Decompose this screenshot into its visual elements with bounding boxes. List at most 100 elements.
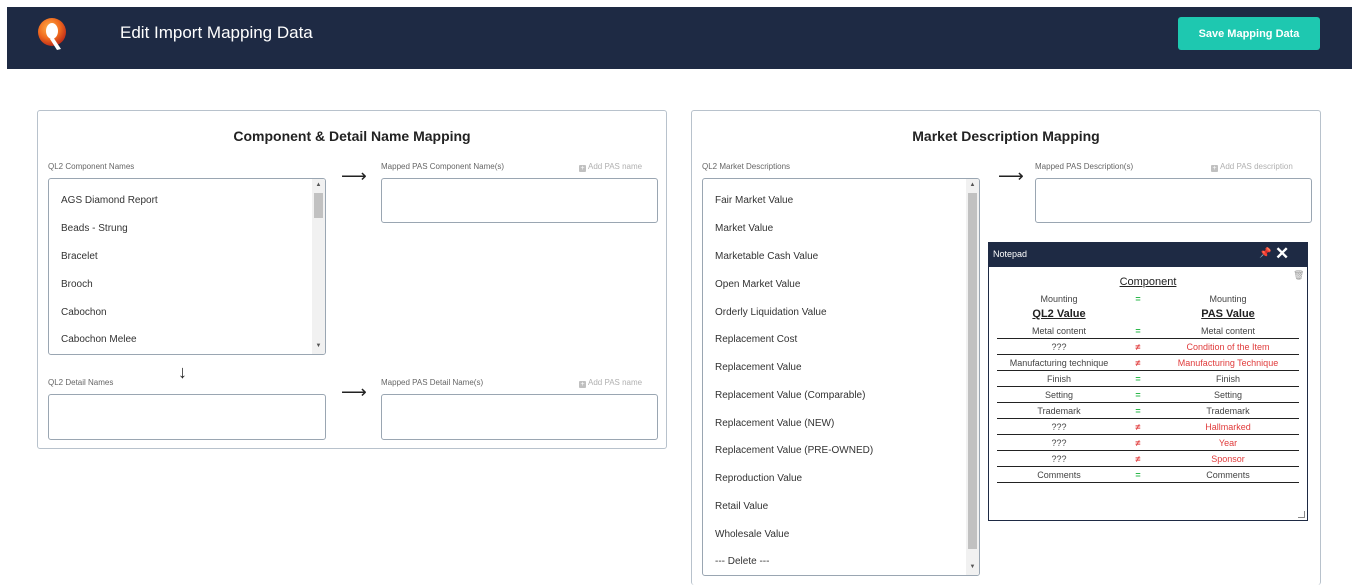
ql2-value: Finish — [1046, 374, 1071, 384]
list-item[interactable]: --- Delete --- — [715, 556, 769, 567]
notepad-row: ??? ≠ Year — [997, 435, 1299, 451]
scrollbar-thumb[interactable] — [968, 193, 977, 549]
market-descriptions-label: QL2 Market Descriptions — [702, 162, 791, 171]
save-mapping-button[interactable]: Save Mapping Data — [1178, 17, 1320, 50]
pas-value-heading: PAS Value — [1201, 308, 1255, 320]
ql2-value: Mounting — [1040, 294, 1078, 304]
market-descriptions-list[interactable]: Fair Market Value Market Value Marketabl… — [702, 178, 980, 576]
list-item[interactable]: Replacement Value (Comparable) — [715, 390, 865, 401]
notepad-heading: Component — [1119, 276, 1177, 288]
arrow-right-icon: ⟶ — [341, 382, 367, 402]
notepad-window[interactable]: Notepad 📌 ✕ 🗑 Component Mounting = Mount… — [988, 242, 1308, 521]
scroll-up-icon[interactable]: ▲ — [314, 181, 323, 190]
q-logo-icon — [38, 18, 66, 50]
plus-icon: + — [1211, 165, 1218, 172]
arrow-down-icon: ↓ — [178, 362, 187, 382]
component-names-list[interactable]: AGS Diamond Report Beads - Strung Bracel… — [48, 178, 326, 355]
list-item[interactable]: Cabochon Melee — [61, 334, 137, 345]
mapped-components-label: Mapped PAS Component Name(s) — [381, 162, 505, 171]
plus-icon: + — [579, 381, 586, 388]
notepad-row: Comments = Comments — [997, 467, 1299, 483]
match-symbol: ≠ — [1135, 438, 1141, 448]
pas-value: Comments — [1206, 470, 1250, 480]
mapped-details-field[interactable] — [381, 394, 658, 440]
ql2-value: Setting — [1044, 390, 1074, 400]
list-item[interactable]: Beads - Strung — [61, 223, 128, 234]
list-item[interactable]: Orderly Liquidation Value — [715, 307, 827, 318]
add-pas-description-label: Add PAS description — [1220, 162, 1293, 171]
resize-handle[interactable] — [1298, 511, 1305, 518]
add-pas-name-button[interactable]: + Add PAS name — [579, 162, 642, 172]
pas-value: Year — [1218, 438, 1238, 448]
add-pas-detail-button[interactable]: + Add PAS name — [579, 378, 642, 388]
ql2-value: Manufacturing technique — [1009, 358, 1109, 368]
list-item[interactable]: Replacement Cost — [715, 334, 797, 345]
list-item[interactable]: Open Market Value — [715, 279, 800, 290]
scrollbar-thumb[interactable] — [314, 193, 323, 218]
match-symbol: ≠ — [1135, 358, 1141, 368]
notepad-row: Mounting = Mounting — [997, 291, 1299, 307]
list-item[interactable]: Retail Value — [715, 501, 768, 512]
pas-value: Hallmarked — [1205, 422, 1251, 432]
components-label: QL2 Component Names — [48, 162, 135, 171]
list-item[interactable]: Market Value — [715, 223, 773, 234]
list-item[interactable]: Cabochon — [61, 307, 107, 318]
list-item[interactable]: Fair Market Value — [715, 195, 793, 206]
component-panel-title: Component & Detail Name Mapping — [233, 128, 471, 144]
add-pas-name-label: Add PAS name — [588, 378, 643, 387]
pas-value: Metal content — [1200, 326, 1256, 336]
add-pas-description-button[interactable]: + Add PAS description — [1211, 162, 1293, 172]
ql2-value: Comments — [1037, 470, 1081, 480]
page-title: Edit Import Mapping Data — [120, 23, 313, 42]
add-pas-name-label: Add PAS name — [588, 162, 643, 171]
mapped-descriptions-field[interactable] — [1035, 178, 1312, 223]
mapped-components-field[interactable] — [381, 178, 658, 223]
match-symbol: = — [1135, 294, 1141, 304]
mapped-descriptions-label: Mapped PAS Description(s) — [1035, 162, 1134, 171]
list-item[interactable]: Marketable Cash Value — [715, 251, 818, 262]
mapped-details-label: Mapped PAS Detail Name(s) — [381, 378, 484, 387]
close-icon[interactable]: ✕ — [1275, 245, 1289, 263]
notepad-row: ??? ≠ Hallmarked — [997, 419, 1299, 435]
scroll-down-icon[interactable]: ▼ — [314, 342, 323, 351]
notepad-row: Trademark = Trademark — [997, 403, 1299, 419]
pas-value: Manufacturing Technique — [1177, 358, 1279, 368]
notepad-row: Metal content = Metal content — [997, 323, 1299, 339]
match-symbol: ≠ — [1135, 342, 1141, 352]
market-panel-title: Market Description Mapping — [912, 128, 1100, 144]
match-symbol: = — [1135, 390, 1141, 400]
pas-value: Trademark — [1206, 406, 1250, 416]
list-item[interactable]: Replacement Value — [715, 362, 802, 373]
list-item[interactable]: Bracelet — [61, 251, 98, 262]
notepad-row: ??? ≠ Condition of the Item — [997, 339, 1299, 355]
pas-value: Finish — [1215, 374, 1240, 384]
notepad-header[interactable]: Notepad 📌 ✕ — [989, 243, 1307, 267]
ql2-value: ??? — [1051, 422, 1067, 432]
list-item[interactable]: Reproduction Value — [715, 473, 802, 484]
pin-icon[interactable]: 📌 — [1259, 248, 1271, 259]
pas-value: Condition of the Item — [1186, 342, 1270, 352]
ql2-value: Metal content — [1031, 326, 1087, 336]
scroll-down-icon[interactable]: ▼ — [968, 563, 977, 572]
details-label: QL2 Detail Names — [48, 378, 114, 387]
ql2-value-heading: QL2 Value — [1032, 308, 1086, 320]
notepad-row: ??? ≠ Sponsor — [997, 451, 1299, 467]
match-symbol: = — [1135, 326, 1141, 336]
ql2-value: ??? — [1051, 454, 1067, 464]
list-item[interactable]: Replacement Value (PRE-OWNED) — [715, 445, 873, 456]
top-bar: Edit Import Mapping Data Save Mapping Da… — [7, 7, 1352, 69]
list-item[interactable]: Brooch — [61, 279, 93, 290]
arrow-right-icon: ⟶ — [341, 166, 367, 186]
detail-names-field[interactable] — [48, 394, 326, 440]
match-symbol: = — [1135, 374, 1141, 384]
match-symbol: ≠ — [1135, 422, 1141, 432]
match-symbol: = — [1135, 470, 1141, 480]
component-mapping-panel: Component & Detail Name Mapping QL2 Comp… — [37, 110, 667, 449]
pas-value: Mounting — [1209, 294, 1247, 304]
list-item[interactable]: Wholesale Value — [715, 529, 789, 540]
list-item[interactable]: Replacement Value (NEW) — [715, 418, 834, 429]
notepad-row: Setting = Setting — [997, 387, 1299, 403]
scroll-up-icon[interactable]: ▲ — [968, 181, 977, 190]
list-item[interactable]: AGS Diamond Report — [61, 195, 158, 206]
match-symbol: = — [1135, 406, 1141, 416]
